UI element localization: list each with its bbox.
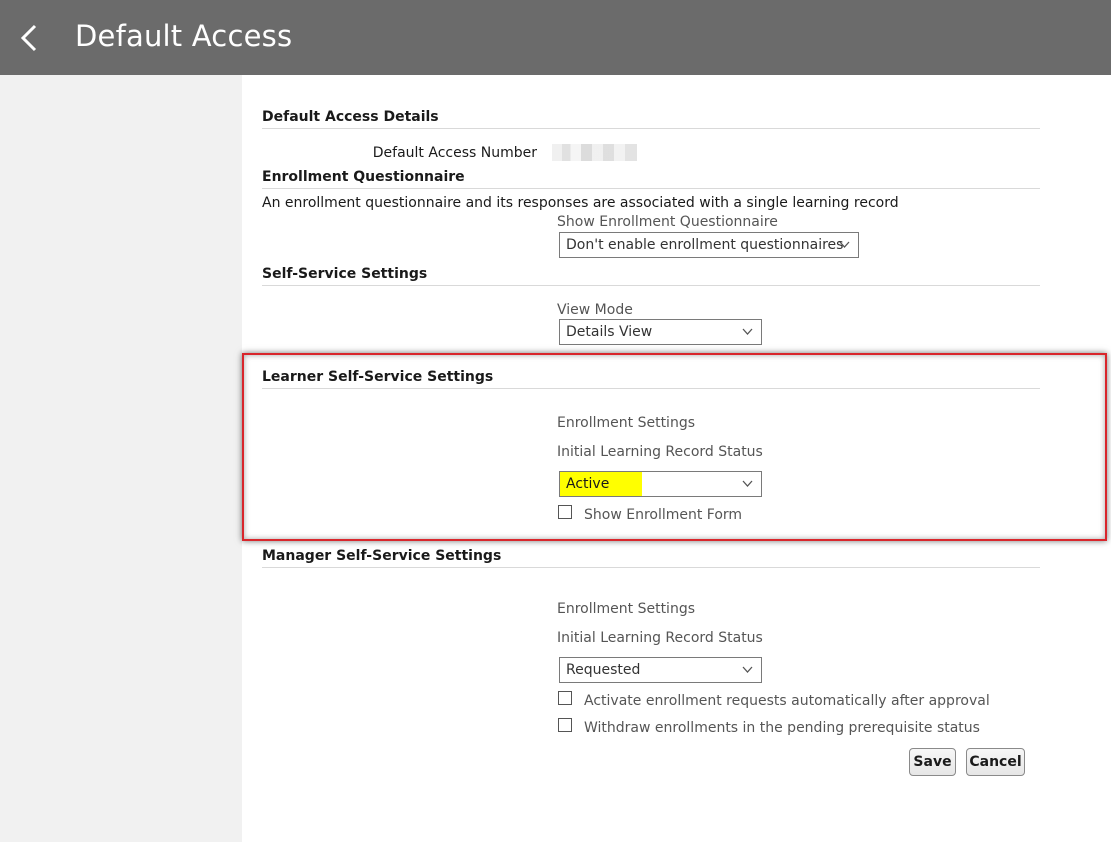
show-questionnaire-select[interactable]: Don't enable enrollment questionnaires — [559, 232, 859, 258]
questionnaire-description: An enrollment questionnaire and its resp… — [262, 195, 899, 211]
learner-status-label: Initial Learning Record Status — [557, 444, 763, 460]
section-title-learner: Learner Self-Service Settings — [262, 369, 494, 385]
manager-enrollment-settings-label: Enrollment Settings — [557, 601, 695, 617]
manager-status-select[interactable]: Requested — [559, 657, 762, 683]
view-mode-value: Details View — [566, 324, 653, 340]
activate-enrollment-checkbox[interactable] — [558, 691, 572, 705]
section-title-questionnaire: Enrollment Questionnaire — [262, 169, 465, 185]
withdraw-enrollments-label: Withdraw enrollments in the pending prer… — [584, 720, 980, 736]
divider — [262, 285, 1040, 286]
chevron-down-icon — [839, 241, 850, 248]
view-mode-select[interactable]: Details View — [559, 319, 762, 345]
section-title-details: Default Access Details — [262, 109, 439, 125]
chevron-down-icon — [742, 480, 753, 487]
withdraw-enrollments-checkbox[interactable] — [558, 718, 572, 732]
default-access-number-label: Default Access Number — [372, 145, 537, 161]
activate-enrollment-label: Activate enrollment requests automatical… — [584, 693, 990, 709]
default-access-number-value — [552, 144, 637, 161]
divider — [262, 188, 1040, 189]
section-title-manager: Manager Self-Service Settings — [262, 548, 502, 564]
cancel-button[interactable]: Cancel — [966, 748, 1025, 776]
manager-status-value: Requested — [566, 662, 641, 678]
section-title-self-service: Self-Service Settings — [262, 266, 428, 282]
manager-status-label: Initial Learning Record Status — [557, 630, 763, 646]
learner-status-value: Active — [566, 476, 610, 492]
header-bar: Default Access — [0, 0, 1111, 75]
back-button[interactable] — [14, 20, 48, 56]
divider — [262, 388, 1040, 389]
main-content: Default Access Details Default Access Nu… — [242, 75, 1111, 842]
left-panel — [0, 75, 242, 842]
learner-enrollment-settings-label: Enrollment Settings — [557, 415, 695, 431]
view-mode-label: View Mode — [557, 302, 633, 318]
show-questionnaire-label: Show Enrollment Questionnaire — [557, 214, 778, 230]
chevron-down-icon — [742, 666, 753, 673]
divider — [262, 567, 1040, 568]
show-enrollment-form-label: Show Enrollment Form — [584, 507, 743, 523]
page-title: Default Access — [75, 19, 293, 53]
show-questionnaire-value: Don't enable enrollment questionnaires — [566, 237, 844, 253]
divider — [262, 128, 1040, 129]
save-button[interactable]: Save — [909, 748, 956, 776]
show-enrollment-form-checkbox[interactable] — [558, 505, 572, 519]
chevron-down-icon — [742, 328, 753, 335]
chevron-left-icon — [20, 24, 37, 52]
learner-status-select[interactable]: Active — [559, 471, 762, 497]
